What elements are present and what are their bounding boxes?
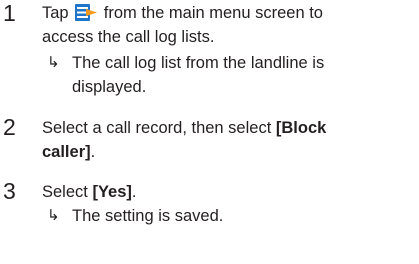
step-2-line-2: caller]. <box>42 141 95 163</box>
step-2-line-1: Select a call record, then select [Block <box>42 117 326 139</box>
step-3-text: Select <box>42 183 88 201</box>
step-1-result-line-2: displayed. <box>72 78 147 96</box>
step-2-text: Select a call record, then select <box>42 119 272 137</box>
step-3-result: The setting is saved. <box>72 207 224 225</box>
block-caller-option-part1: [Block <box>275 119 327 137</box>
yes-option: [Yes] <box>92 183 132 201</box>
step-3-line-1: Select [Yes]. <box>42 181 136 203</box>
call-log-icon <box>75 4 98 21</box>
manual-page: { "steps": [ { "number": "1", "text_befo… <box>0 0 419 264</box>
step-3-number: 3 <box>3 178 16 204</box>
step-1-number: 1 <box>3 0 16 26</box>
step-1-line-1: Tap from the main menu screen to <box>42 2 323 24</box>
step-1-text-after: from the main menu screen to <box>103 4 323 22</box>
step-3-tail: . <box>131 183 137 201</box>
step-2-number: 2 <box>3 114 16 140</box>
step-1-line-2: access the call log lists. <box>42 28 215 46</box>
block-caller-option-part2: caller] <box>42 143 91 161</box>
result-arrow-icon: ↳ <box>47 207 60 224</box>
step-1-result-line-1: The call log list from the landline is <box>72 54 325 72</box>
step-2-tail: . <box>90 143 96 161</box>
result-arrow-icon: ↳ <box>47 54 60 71</box>
step-1-text-before: Tap <box>42 4 69 22</box>
